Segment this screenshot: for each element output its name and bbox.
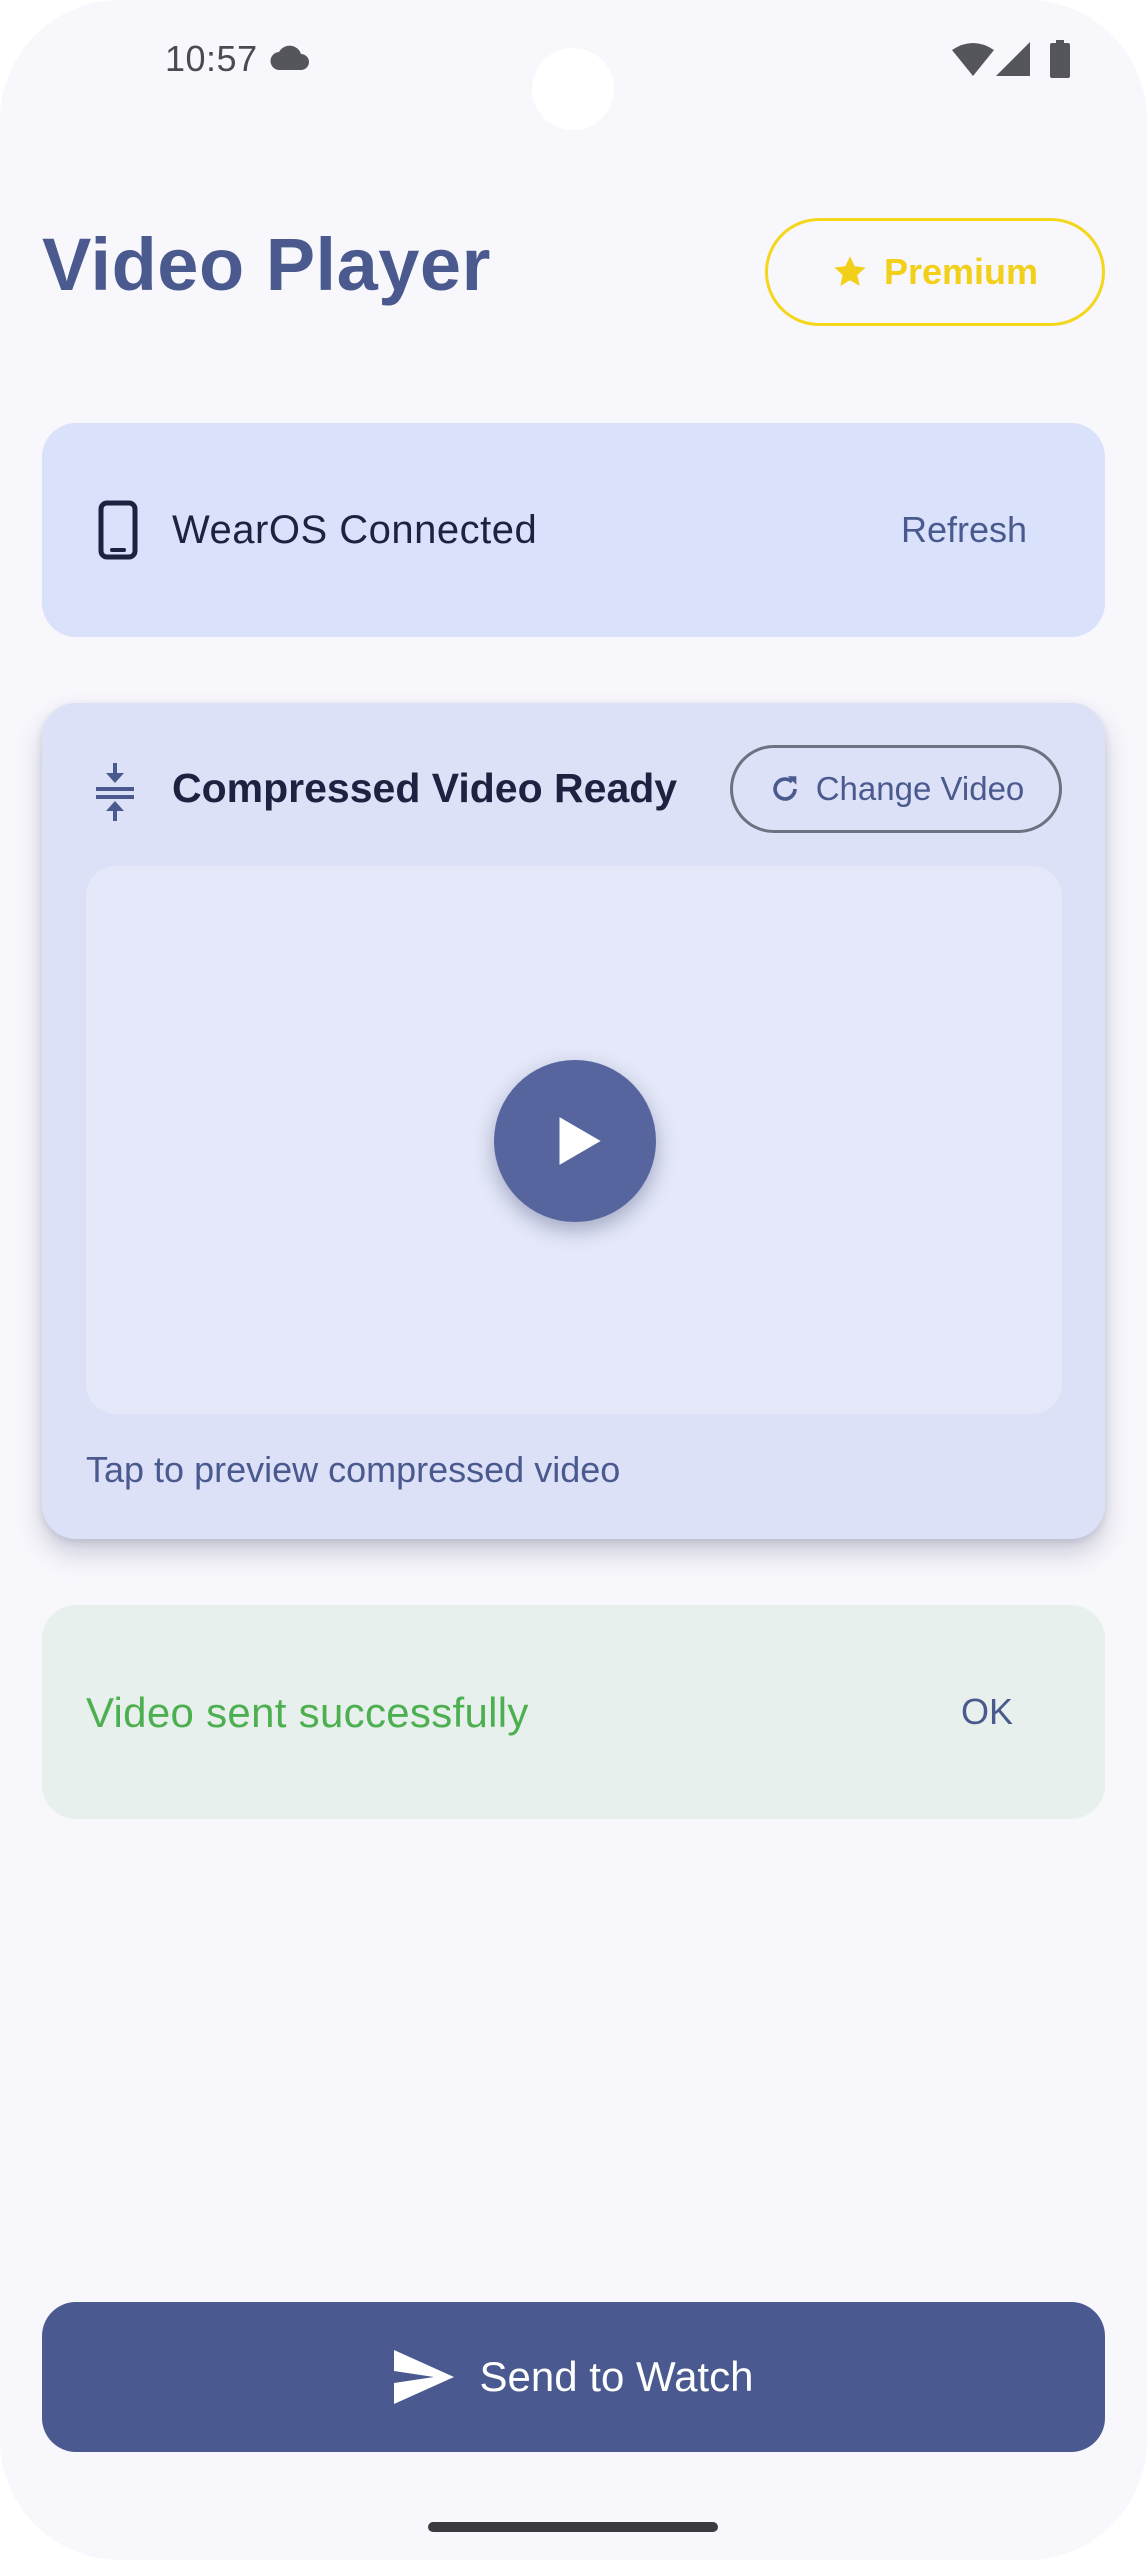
page-title: Video Player: [42, 223, 491, 306]
send-to-watch-button[interactable]: Send to Watch: [42, 2302, 1105, 2452]
change-video-button[interactable]: Change Video: [730, 745, 1062, 833]
video-card-title: Compressed Video Ready: [172, 765, 678, 811]
video-card: Compressed Video Ready Change Video Tap …: [42, 703, 1105, 1539]
change-video-label: Change Video: [815, 770, 1025, 807]
connection-card: WearOS Connected Refresh: [42, 423, 1105, 637]
send-icon: [393, 2350, 454, 2404]
app-screen: 10:57 Video Player Premium WearOS Connec…: [0, 0, 1147, 2560]
success-banner: Video sent successfully OK: [42, 1605, 1105, 1819]
play-icon: [559, 1117, 601, 1165]
premium-label: Premium: [883, 251, 1039, 292]
phone-icon: [98, 500, 138, 560]
cloud-icon: [270, 45, 309, 70]
compress-icon: [96, 763, 134, 821]
status-bar: 10:57: [0, 0, 1147, 130]
star-icon: [834, 256, 866, 286]
success-message: Video sent successfully: [86, 1689, 529, 1736]
refresh-button[interactable]: Refresh: [874, 485, 1054, 575]
video-preview[interactable]: [86, 866, 1062, 1414]
preview-hint: Tap to preview compressed video: [86, 1449, 621, 1490]
send-label: Send to Watch: [479, 2353, 754, 2400]
connection-status: WearOS Connected: [172, 508, 538, 552]
home-indicator[interactable]: [428, 2522, 718, 2532]
ok-button[interactable]: OK: [932, 1667, 1042, 1757]
battery-icon: [1050, 40, 1070, 78]
signal-icon: [996, 42, 1030, 76]
status-time: 10:57: [165, 38, 258, 79]
camera-cutout: [532, 48, 614, 130]
refresh-icon: [772, 776, 797, 801]
wifi-icon: [952, 43, 994, 76]
premium-button[interactable]: Premium: [765, 218, 1105, 326]
play-button[interactable]: [494, 1060, 656, 1222]
